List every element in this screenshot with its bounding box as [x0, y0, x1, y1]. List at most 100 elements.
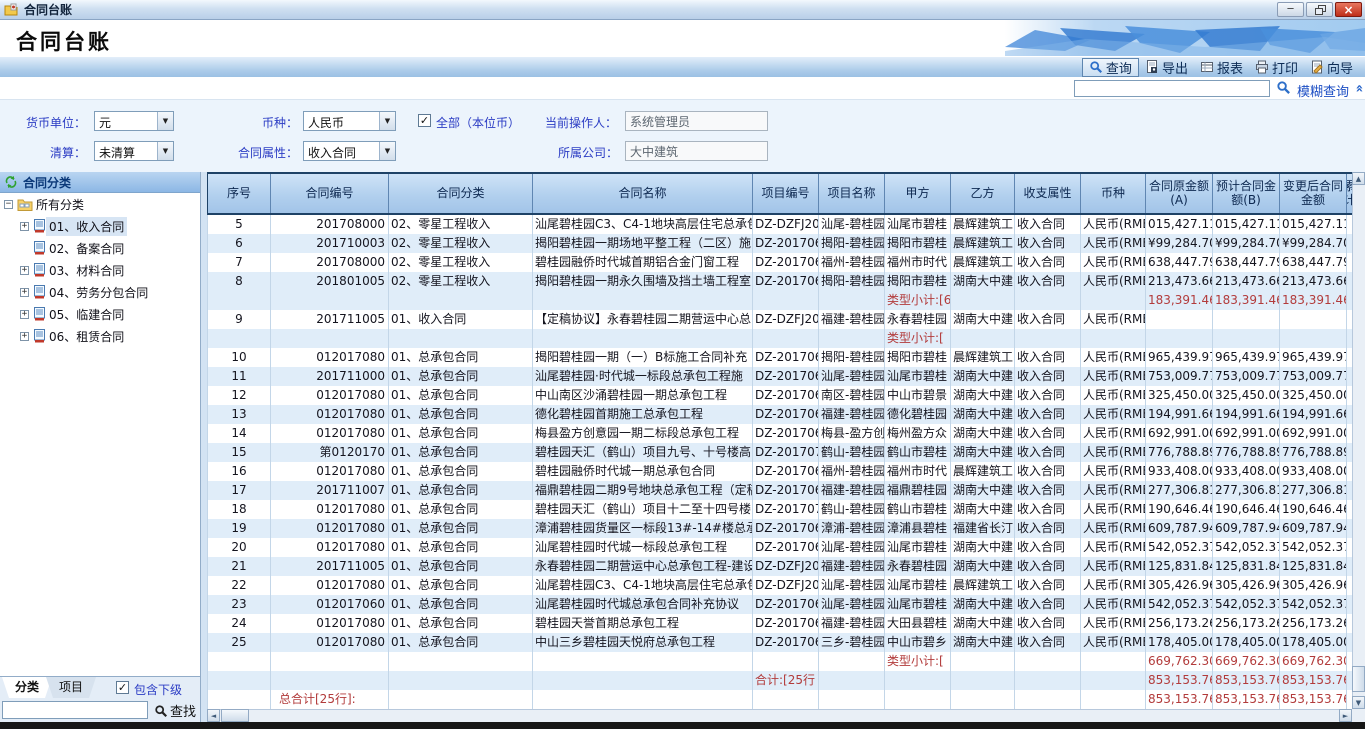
quick-search-input[interactable] [1074, 80, 1270, 97]
table-row[interactable]: 2301201706001、总承包合同汕尾碧桂园时代城总承包合同补充协议DZ-2… [208, 595, 1352, 614]
column-header[interactable]: 甲方 [885, 174, 951, 213]
export-button[interactable]: 导出 [1139, 58, 1194, 77]
all-base-currency-checkbox[interactable]: ✓ [418, 114, 431, 127]
table-row[interactable]: 1201201708001、总承包合同中山南区沙涌碧桂园一期总承包工程DZ-20… [208, 386, 1352, 405]
tree-expander-icon[interactable]: + [20, 222, 29, 231]
column-header[interactable]: 项目编号 [753, 174, 819, 213]
collapse-chevron-icon[interactable]: « [1351, 84, 1365, 92]
fuzzy-search-button[interactable]: 模糊查询 [1297, 81, 1349, 100]
table-row[interactable]: 2201201708001、总承包合同汕尾碧桂园C3、C4-1地块高层住宅总承包… [208, 576, 1352, 595]
tree-item-label[interactable]: 04、劳务分包合同 [46, 283, 151, 302]
scroll-down-button[interactable]: ▼ [1352, 696, 1365, 709]
refresh-icon[interactable] [5, 176, 17, 188]
tree-item-label[interactable]: 06、租赁合同 [46, 327, 127, 346]
vertical-scrollbar[interactable] [1352, 172, 1365, 709]
column-header[interactable]: 变更后合同金额 [1280, 174, 1347, 213]
tree-item-label[interactable]: 02、备案合同 [46, 239, 127, 258]
scroll-up-button[interactable]: ▲ [1352, 172, 1365, 185]
chevron-down-icon[interactable]: ▼ [157, 142, 173, 160]
summary-row[interactable]: 类型小计:[ [208, 329, 1352, 348]
column-header[interactable]: 币种 [1081, 174, 1146, 213]
restore-button[interactable] [1306, 2, 1333, 17]
tree-expander-icon[interactable]: + [20, 288, 29, 297]
settlement-select[interactable]: 未清算 ▼ [94, 141, 174, 161]
tab-项目[interactable]: 项目 [46, 677, 96, 698]
horizontal-scrollbar[interactable] [207, 709, 1352, 722]
close-button[interactable]: × [1335, 2, 1362, 17]
all-base-currency-label[interactable]: 全部（本位币） [436, 114, 520, 131]
table-row[interactable]: 820180100502、零星工程收入揭阳碧桂园一期永久围墙及挡土墙工程室DZ-… [208, 272, 1352, 291]
tree-item-label[interactable]: 所有分类 [33, 195, 87, 214]
currency-select[interactable]: 人民币 ▼ [303, 111, 396, 131]
column-header[interactable]: 收支属性 [1015, 174, 1081, 213]
column-header[interactable]: 项目名称 [819, 174, 885, 213]
query-button[interactable]: 查询 [1082, 58, 1139, 77]
table-row[interactable]: 1401201708001、总承包合同梅县盈方创意园一期二标段总承包工程DZ-2… [208, 424, 1352, 443]
tree-item-label[interactable]: 01、收入合同 [46, 217, 127, 236]
table-cell [951, 690, 1015, 709]
summary-row[interactable]: 类型小计:[6183,391.46183,391.46183,391.46 [208, 291, 1352, 310]
table-row[interactable]: 1801201708001、总承包合同碧桂园天汇（鹤山）项目十二至十四号楼DZ-… [208, 500, 1352, 519]
table-row[interactable]: 1901201708001、总承包合同漳浦碧桂园货量区一标段13#-14#楼总承… [208, 519, 1352, 538]
table-row[interactable]: 1601201708001、总承包合同碧桂园融侨时代城一期总承包合同DZ-201… [208, 462, 1352, 481]
table-row[interactable]: 2001201708001、总承包合同汕尾碧桂园时代城一标段总承包工程DZ-20… [208, 538, 1352, 557]
table-row[interactable]: 620171000302、零星工程收入揭阳碧桂园一期场地平整工程（二区）施DZ-… [208, 234, 1352, 253]
column-header[interactable]: 合同原金额(A) [1146, 174, 1213, 213]
column-header[interactable]: 预计合同金额(B) [1213, 174, 1280, 213]
currency-unit-select[interactable]: 元 ▼ [94, 111, 174, 131]
column-header[interactable]: 合同分类 [389, 174, 533, 213]
table-cell: 015,427.11 [1146, 215, 1213, 234]
tree-item[interactable]: − 所有分类 [0, 193, 200, 215]
chevron-down-icon[interactable]: ▼ [379, 142, 395, 160]
table-cell: 揭阳碧桂园一期永久围墙及挡土墙工程室 [533, 272, 753, 291]
table-row[interactable]: 15第012017001、总承包合同碧桂园天汇（鹤山）项目九号、十号楼高DZ-2… [208, 443, 1352, 462]
report-button[interactable]: 报表 [1194, 58, 1249, 77]
table-cell: 256,173.26 [1146, 614, 1213, 633]
chevron-down-icon[interactable]: ▼ [379, 112, 395, 130]
table-row[interactable]: 2120171100501、总承包合同永春碧桂园二期营运中心总承包工程-建设DZ… [208, 557, 1352, 576]
tree-item[interactable]: +04、劳务分包合同 [0, 281, 200, 303]
table-row[interactable]: 920171100501、收入合同【定稿协议】永春碧桂园二期营运中心总DZ-DZ… [208, 310, 1352, 329]
tree-expander-icon[interactable]: + [20, 310, 29, 319]
include-sub-checkbox[interactable]: ✓ [116, 681, 129, 694]
tab-分类[interactable]: 分类 [2, 677, 52, 698]
chevron-down-icon[interactable]: ▼ [157, 112, 173, 130]
tree-expander-icon[interactable]: + [20, 332, 29, 341]
tree-item[interactable]: +06、租赁合同 [0, 325, 200, 347]
summary-row[interactable]: 类型小计:[669,762.30669,762.30669,762.30 [208, 652, 1352, 671]
tree-item[interactable]: 02、备案合同 [0, 237, 200, 259]
tree-item[interactable]: +05、临建合同 [0, 303, 200, 325]
wizard-button[interactable]: 向导 [1304, 58, 1359, 77]
tree-expander-icon[interactable]: − [4, 200, 13, 209]
tree-item[interactable]: +03、材料合同 [0, 259, 200, 281]
table-row[interactable]: 1120171100001、总承包合同汕尾碧桂园·时代城一标段总承包工程施DZ-… [208, 367, 1352, 386]
find-button[interactable]: 查找 [154, 701, 196, 720]
include-sub-label[interactable]: 包含下级 [134, 681, 182, 698]
table-cell: 总合计[25行]: [271, 690, 389, 709]
horizontal-scroll-thumb[interactable] [221, 709, 249, 722]
tree-item[interactable]: +01、收入合同 [0, 215, 200, 237]
table-row[interactable]: 2401201708001、总承包合同碧桂园天誉首期总承包工程DZ-201706… [208, 614, 1352, 633]
table-row[interactable]: 720170800002、零星工程收入碧桂园融侨时代城首期铝合金门窗工程DZ-2… [208, 253, 1352, 272]
table-row[interactable]: 1720171100701、总承包合同福鼎碧桂园二期9号地块总承包工程（定稿DZ… [208, 481, 1352, 500]
tree-expander-icon[interactable]: + [20, 266, 29, 275]
summary-row[interactable]: 合计:[25行853,153.76853,153.76853,153.76 [208, 671, 1352, 690]
scroll-right-button[interactable]: ► [1339, 709, 1352, 722]
vertical-scroll-thumb[interactable] [1352, 666, 1365, 692]
scroll-left-button[interactable]: ◄ [207, 709, 220, 722]
table-row[interactable]: 1001201708001、总承包合同揭阳碧桂园一期（一）B标施工合同补充DZ-… [208, 348, 1352, 367]
column-header[interactable]: 序号 [208, 174, 271, 213]
summary-row[interactable]: 总合计[25行]:853,153.76853,153.76853,153.76 [208, 690, 1352, 709]
minimize-button[interactable]: ─ [1277, 2, 1304, 17]
table-row[interactable]: 520170800002、零星工程收入汕尾碧桂园C3、C4-1地块高层住宅总承包… [208, 215, 1352, 234]
tree-item-label[interactable]: 05、临建合同 [46, 305, 127, 324]
column-header[interactable]: 合同名称 [533, 174, 753, 213]
column-header[interactable]: 合同编号 [271, 174, 389, 213]
table-row[interactable]: 2501201708001、总承包合同中山三乡碧桂园天悦府总承包工程DZ-201… [208, 633, 1352, 652]
tree-item-label[interactable]: 03、材料合同 [46, 261, 127, 280]
column-header[interactable]: 乙方 [951, 174, 1015, 213]
print-button[interactable]: 打印 [1249, 58, 1304, 77]
tree-search-input[interactable] [2, 701, 148, 719]
table-row[interactable]: 1301201708001、总承包合同德化碧桂园首期施工总承包工程DZ-2017… [208, 405, 1352, 424]
contract-attr-select[interactable]: 收入合同 ▼ [303, 141, 396, 161]
